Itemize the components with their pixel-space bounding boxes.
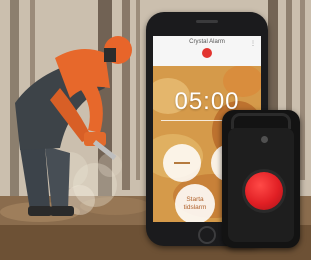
phone-speaker: [196, 20, 218, 23]
app-header: Crystal Alarm ⋮: [153, 36, 261, 66]
forestry-worker-figure: [15, 36, 132, 216]
start-label-line-1: Starta: [186, 196, 204, 203]
start-timer-label: Starta tidslarm: [175, 196, 215, 212]
device-face: [228, 128, 294, 242]
alarm-badge-icon[interactable]: [202, 48, 212, 58]
home-button[interactable]: [198, 226, 216, 244]
minus-icon: [174, 162, 190, 164]
menu-dots-icon[interactable]: ⋮: [250, 40, 256, 47]
start-label-line-2: tidslarm: [183, 204, 207, 211]
personal-alarm-device: [222, 110, 300, 248]
alarm-button[interactable]: [245, 172, 283, 210]
app-title: Crystal Alarm: [189, 39, 225, 45]
start-timer-button[interactable]: Starta tidslarm: [175, 184, 215, 222]
lanyard-loop: [231, 113, 291, 129]
decrease-time-button[interactable]: [163, 144, 201, 182]
indicator-light: [261, 136, 268, 143]
product-photo: Crystal Alarm ⋮ 05:00 Starta tidslarm: [0, 0, 311, 260]
